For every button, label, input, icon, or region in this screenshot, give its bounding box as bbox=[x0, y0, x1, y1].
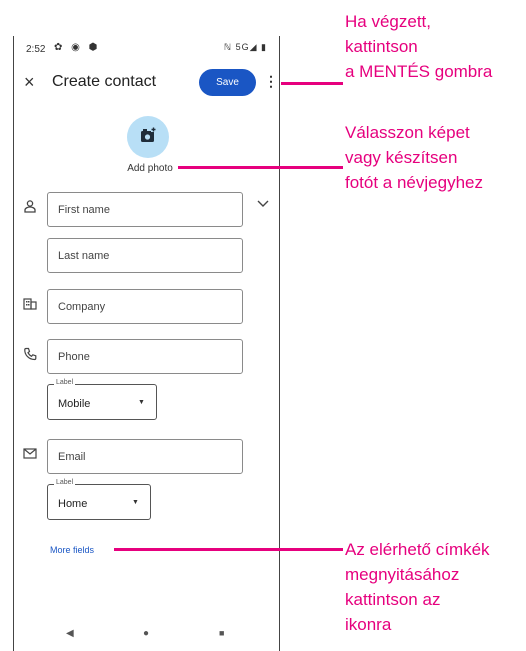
close-icon[interactable]: × bbox=[24, 72, 35, 92]
annotation-photo-line-1: Válasszon képet bbox=[345, 123, 470, 142]
phone-frame-left bbox=[13, 36, 14, 651]
annotation-line-more bbox=[114, 548, 343, 551]
company-field[interactable]: Company bbox=[47, 289, 243, 324]
phone-placeholder: Phone bbox=[58, 351, 90, 363]
annotation-line-photo bbox=[178, 166, 343, 169]
email-placeholder: Email bbox=[58, 451, 86, 463]
annotation-more-line-4: ikonra bbox=[345, 615, 392, 634]
business-icon bbox=[22, 298, 38, 313]
annotation-photo: Válasszon képet vagy készítsen fotót a n… bbox=[345, 120, 483, 195]
annotation-save-line-3: a MENTÉS gombra bbox=[345, 62, 493, 81]
phone-icon bbox=[22, 347, 38, 364]
page-title: Create contact bbox=[52, 73, 157, 90]
add-photo-button[interactable] bbox=[127, 116, 169, 158]
dropdown-arrow-icon: ▼ bbox=[132, 499, 139, 506]
company-placeholder: Company bbox=[58, 301, 106, 313]
annotation-more-line-2: megnyitásához bbox=[345, 565, 460, 584]
annotation-line-save bbox=[281, 82, 343, 85]
annotation-save-line-2: kattintson bbox=[345, 37, 418, 56]
dropdown-arrow-icon: ▼ bbox=[138, 399, 145, 406]
person-icon bbox=[22, 199, 38, 216]
email-label-value: Home bbox=[58, 498, 88, 510]
nav-recents-button[interactable]: ■ bbox=[219, 628, 224, 638]
last-name-field[interactable]: Last name bbox=[47, 238, 243, 273]
add-photo-icon bbox=[141, 127, 156, 142]
last-name-placeholder: Last name bbox=[58, 250, 110, 262]
email-label-select[interactable]: Label Home ▼ bbox=[47, 479, 151, 520]
first-name-field[interactable]: First name bbox=[47, 192, 243, 227]
nav-back-button[interactable]: ◀ bbox=[66, 628, 74, 639]
annotation-more-line-1: Az elérhető címkék bbox=[345, 540, 490, 559]
phone-label-caption: Label bbox=[54, 379, 76, 386]
chevron-down-icon[interactable] bbox=[257, 197, 269, 211]
annotation-photo-line-2: vagy készítsen bbox=[345, 148, 458, 167]
email-field[interactable]: Email bbox=[47, 439, 243, 474]
status-time: 2:52 bbox=[26, 44, 46, 55]
annotation-more-line-3: kattintson az bbox=[345, 590, 441, 609]
annotation-save-line-1: Ha végzett, bbox=[345, 12, 431, 31]
more-options-icon[interactable]: ⋮ bbox=[264, 73, 278, 89]
phone-field[interactable]: Phone bbox=[47, 339, 243, 374]
nav-home-button[interactable]: ● bbox=[143, 628, 149, 639]
status-system-icons: ℕ 5G◢ ▮ bbox=[223, 42, 267, 52]
save-button[interactable]: Save bbox=[199, 69, 256, 96]
annotation-save: Ha végzett, kattintson a MENTÉS gombra bbox=[345, 9, 492, 84]
status-notification-icons: ✿ ◉ ⬢ bbox=[54, 42, 101, 53]
phone-frame-right bbox=[279, 36, 280, 651]
phone-label-select[interactable]: Label Mobile ▼ bbox=[47, 379, 157, 420]
first-name-placeholder: First name bbox=[58, 204, 110, 216]
status-bar: 2:52 ✿ ◉ ⬢ ℕ 5G◢ ▮ bbox=[14, 38, 279, 60]
more-fields-link[interactable]: More fields bbox=[50, 545, 94, 555]
phone-label-value: Mobile bbox=[58, 398, 91, 410]
annotation-photo-line-3: fotót a névjegyhez bbox=[345, 173, 483, 192]
annotation-more: Az elérhető címkék megnyitásához kattint… bbox=[345, 537, 490, 637]
email-label-caption: Label bbox=[54, 479, 76, 486]
email-icon bbox=[22, 447, 38, 462]
